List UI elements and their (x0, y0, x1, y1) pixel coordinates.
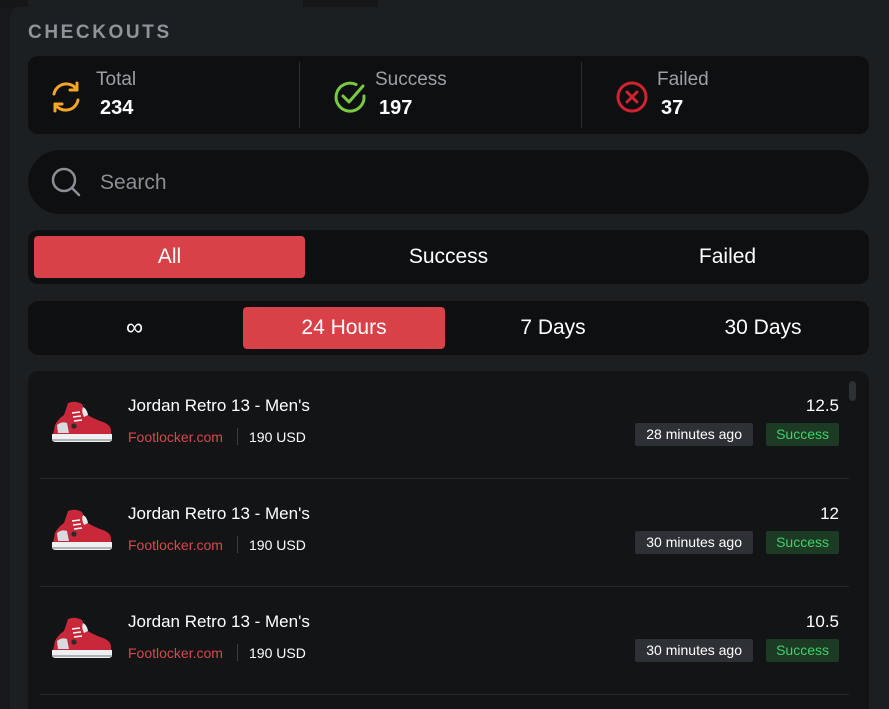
stat-total: Total 234 (28, 56, 299, 134)
checkout-time: 28 minutes ago (635, 423, 753, 446)
checkout-row[interactable]: Jordan Retro 13 - Men's Footlocker.com 1… (40, 371, 849, 479)
time-filter-24-hours[interactable]: 24 Hours (243, 307, 445, 349)
time-filter-7-days[interactable]: 7 Days (452, 307, 654, 349)
sneaker-icon (52, 617, 112, 658)
status-filter-success[interactable]: Success (312, 236, 585, 278)
stat-divider (581, 62, 582, 128)
search-icon[interactable] (50, 166, 82, 198)
store-name: Footlocker.com (128, 645, 223, 661)
stat-success-label: Success (375, 69, 447, 90)
shoe-size: 10.5 (805, 612, 839, 631)
status-badge: Success (766, 639, 839, 662)
time-filter-30-days[interactable]: 30 Days (662, 307, 864, 349)
time-filter-all-time[interactable]: ∞ (34, 307, 235, 349)
stats-bar: Total 234 Success 197 Failed 37 (28, 56, 869, 134)
stat-success-value: 197 (379, 97, 413, 119)
row-divider (40, 694, 849, 695)
scrollbar-thumb[interactable] (849, 381, 856, 401)
stat-total-label: Total (96, 69, 137, 90)
sneaker-icon (52, 401, 112, 442)
store-name: Footlocker.com (128, 429, 223, 445)
checkout-row[interactable]: Jordan Retro 13 - Men's Footlocker.com 1… (40, 479, 849, 587)
status-badge: Success (766, 531, 839, 554)
top-strip-left (0, 0, 28, 7)
shoe-size: 12.5 (805, 396, 839, 415)
status-filter: All Success Failed (28, 230, 869, 284)
search-input[interactable] (98, 164, 802, 202)
product-name: Jordan Retro 13 - Men's (128, 504, 310, 523)
product-price: 190 USD (249, 645, 306, 661)
price-divider (237, 644, 238, 661)
top-strip-middle (303, 0, 378, 7)
store-name: Footlocker.com (128, 537, 223, 553)
checkout-time: 30 minutes ago (635, 531, 753, 554)
stat-success: Success 197 (312, 56, 582, 134)
product-price: 190 USD (249, 429, 306, 445)
stat-divider (299, 62, 300, 128)
stat-failed: Failed 37 (594, 56, 869, 134)
checkout-row[interactable]: Jordan Retro 13 - Men's Footlocker.com 1… (40, 587, 849, 695)
top-strip (0, 0, 889, 7)
status-badge: Success (766, 423, 839, 446)
checkout-list[interactable]: Jordan Retro 13 - Men's Footlocker.com 1… (28, 371, 869, 709)
status-filter-failed[interactable]: Failed (592, 236, 863, 278)
price-divider (237, 428, 238, 445)
product-price: 190 USD (249, 537, 306, 553)
product-name: Jordan Retro 13 - Men's (128, 396, 310, 415)
stat-failed-label: Failed (657, 69, 709, 90)
sync-icon (52, 81, 80, 113)
stat-total-value: 234 (100, 97, 134, 119)
product-name: Jordan Retro 13 - Men's (128, 612, 310, 631)
checkout-time: 30 minutes ago (635, 639, 753, 662)
shoe-size: 12 (820, 504, 839, 523)
time-filter: ∞ 24 Hours 7 Days 30 Days (28, 301, 869, 355)
check-circle-icon (334, 81, 366, 113)
search-bar (28, 150, 869, 214)
status-filter-all[interactable]: All (34, 236, 305, 278)
price-divider (237, 536, 238, 553)
x-circle-icon (616, 81, 648, 113)
section-heading: CHECKOUTS (28, 22, 172, 43)
stat-failed-value: 37 (661, 97, 684, 119)
sneaker-icon (52, 509, 112, 550)
